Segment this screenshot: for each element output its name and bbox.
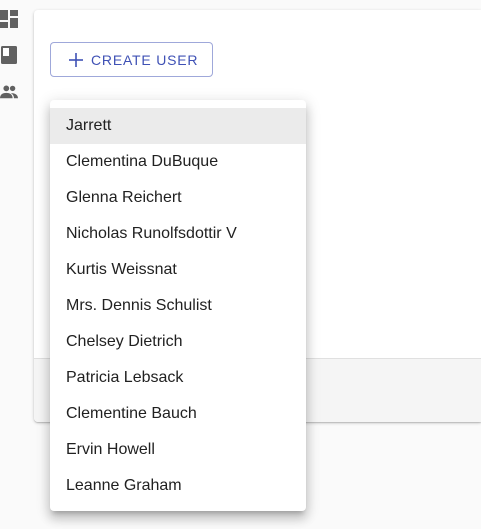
menu-item-mrs-dennis-schulist[interactable]: Mrs. Dennis Schulist (50, 288, 306, 324)
book-icon[interactable] (0, 46, 18, 64)
menu-item-kurtis-weissnat[interactable]: Kurtis Weissnat (50, 252, 306, 288)
menu-item-glenna-reichert[interactable]: Glenna Reichert (50, 180, 306, 216)
menu-item-clementine-bauch[interactable]: Clementine Bauch (50, 396, 306, 432)
sidebar (0, 0, 20, 529)
menu-item-ervin-howell[interactable]: Ervin Howell (50, 432, 306, 468)
dashboard-icon[interactable] (0, 10, 18, 28)
menu-item-jarrett[interactable]: Jarrett (50, 108, 306, 144)
create-user-button[interactable]: CREATE USER (50, 42, 213, 77)
menu-item-nicholas-runolfsdottir-v[interactable]: Nicholas Runolfsdottir V (50, 216, 306, 252)
menu-item-clementina-dubuque[interactable]: Clementina DuBuque (50, 144, 306, 180)
create-user-label: CREATE USER (91, 51, 199, 68)
plus-icon (69, 52, 83, 67)
menu-item-chelsey-dietrich[interactable]: Chelsey Dietrich (50, 324, 306, 360)
menu-item-leanne-graham[interactable]: Leanne Graham (50, 468, 306, 504)
menu-item-patricia-lebsack[interactable]: Patricia Lebsack (50, 360, 306, 396)
user-select-menu: Jarrett Clementina DuBuque Glenna Reiche… (50, 100, 306, 511)
people-icon[interactable] (0, 83, 18, 101)
